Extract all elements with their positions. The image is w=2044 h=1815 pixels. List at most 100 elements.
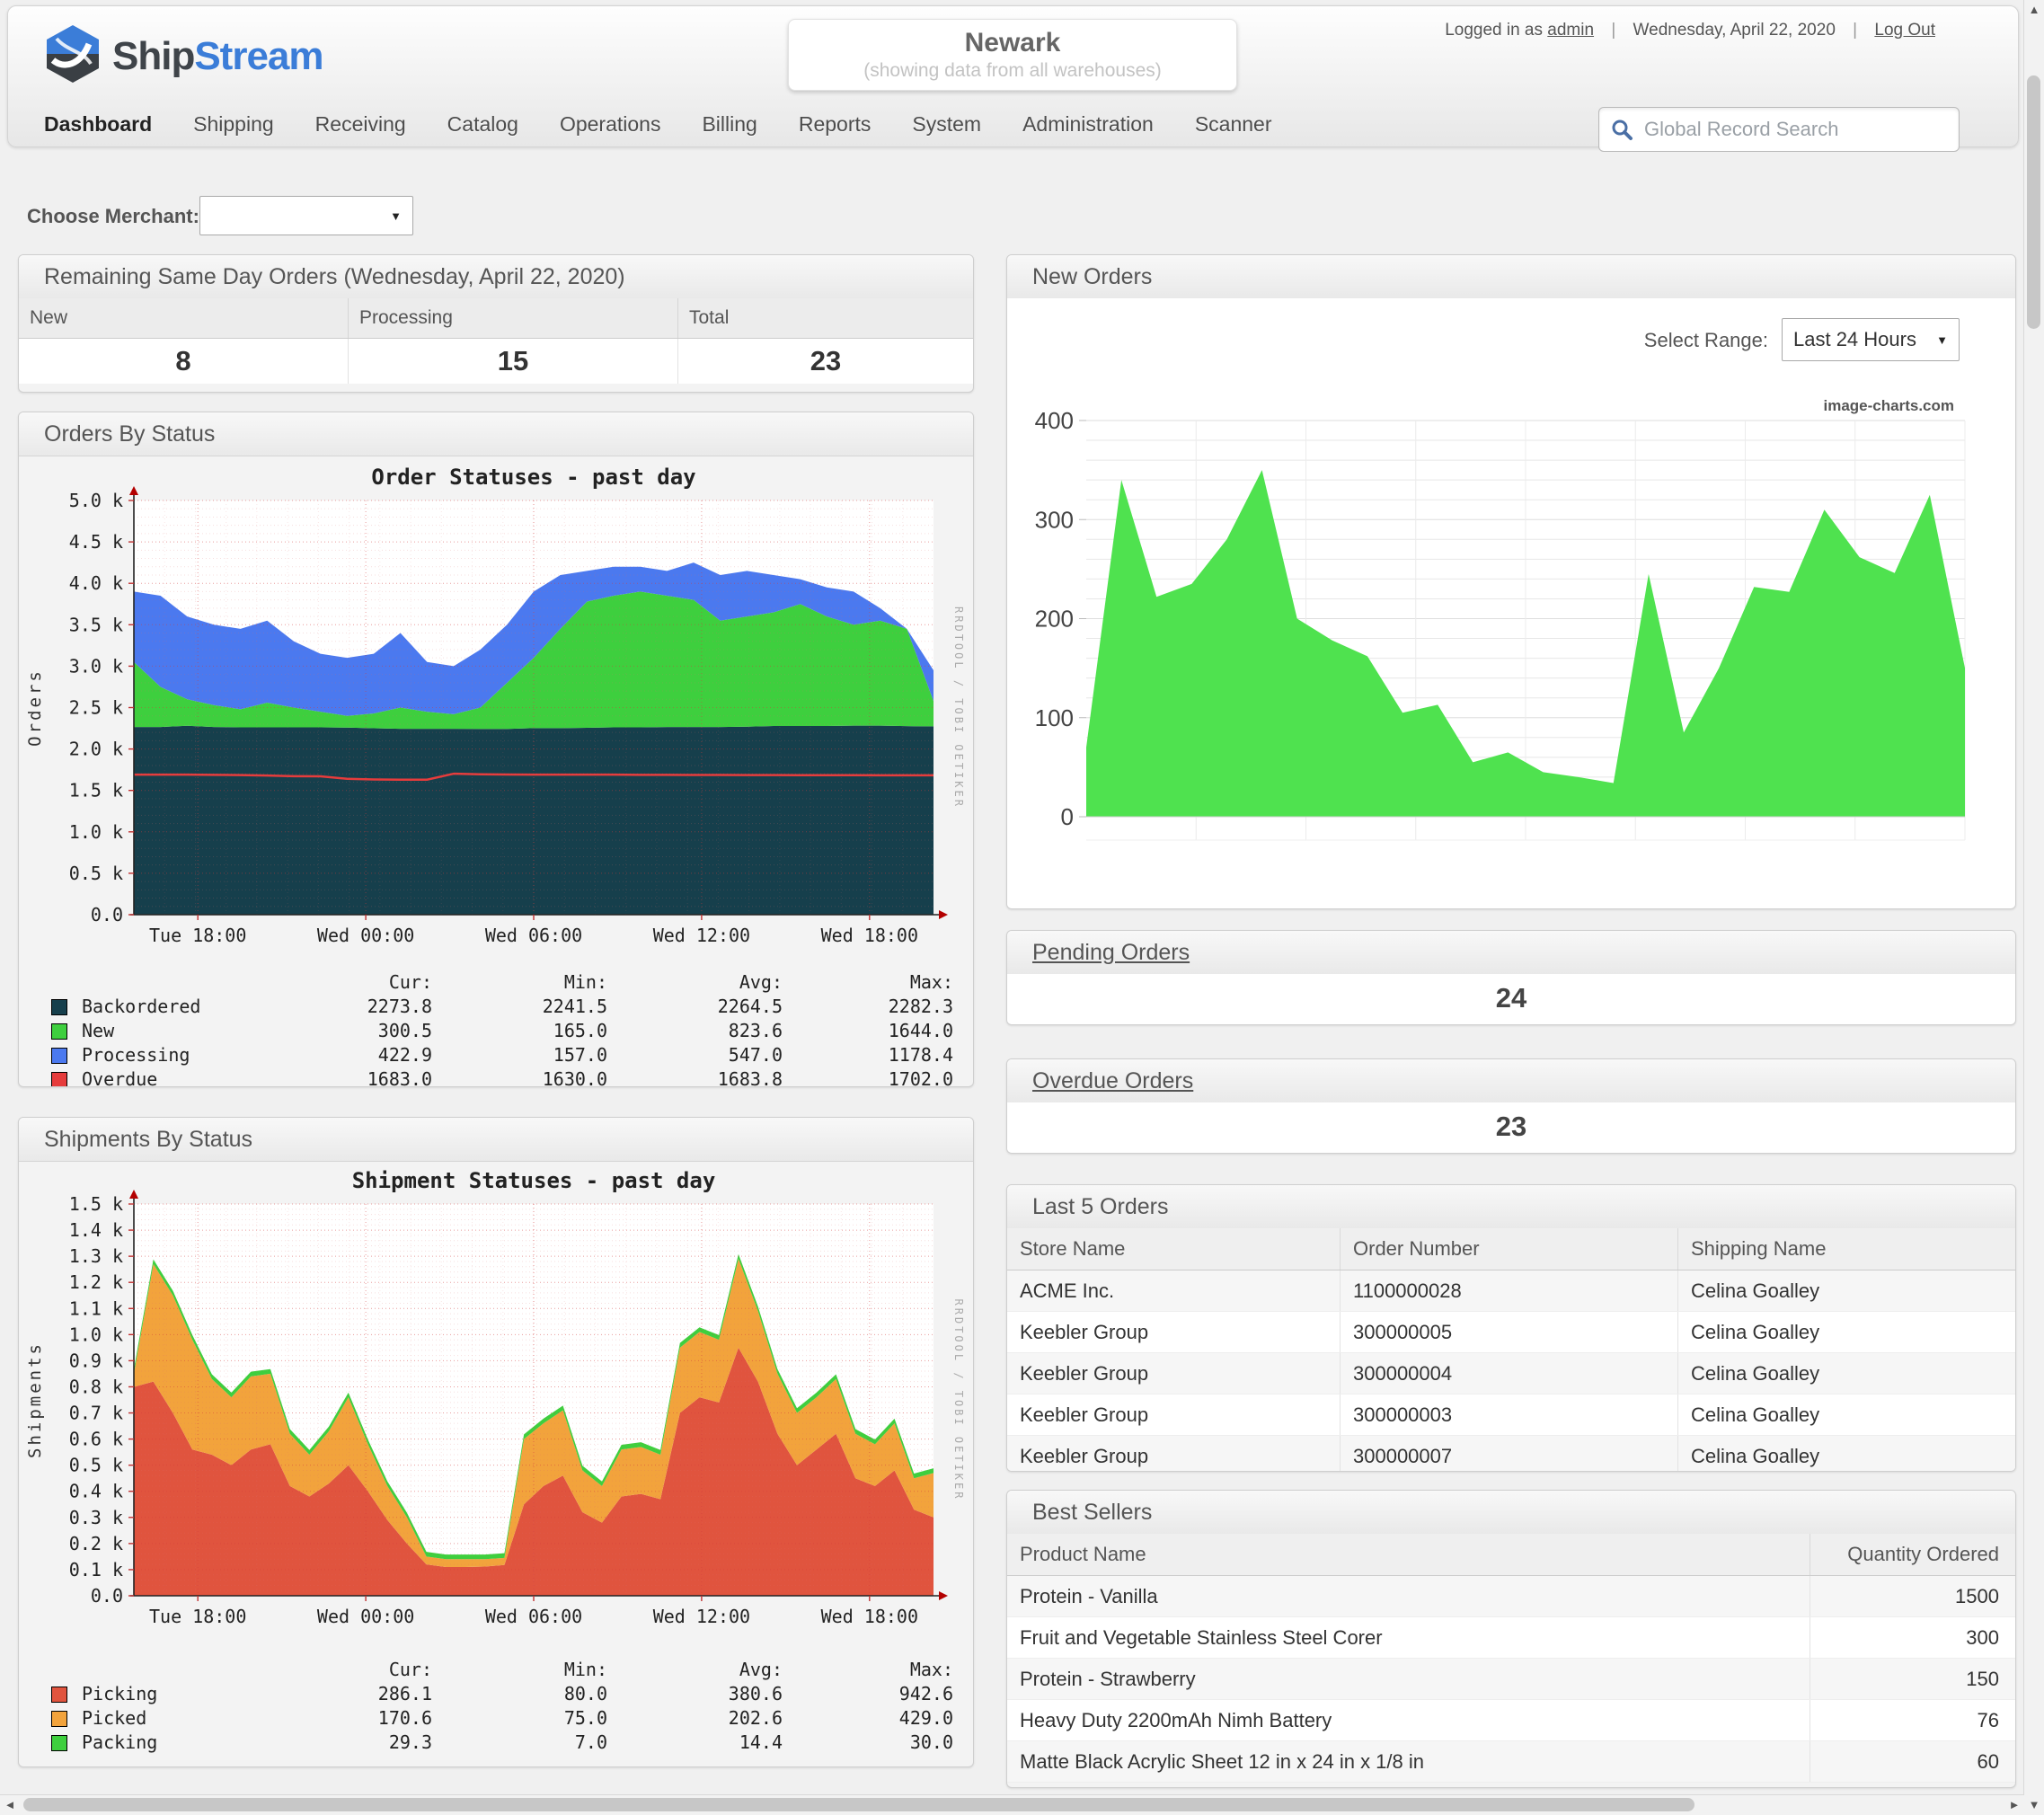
scroll-up-arrow[interactable]: ▲ bbox=[2024, 0, 2044, 20]
legend-value: 7.0 bbox=[432, 1731, 607, 1753]
table-row[interactable]: Keebler Group300000004Celina Goalley bbox=[1007, 1353, 2015, 1394]
overdue-orders-link[interactable]: Overdue Orders bbox=[1032, 1068, 1193, 1093]
nav-scanner[interactable]: Scanner bbox=[1195, 112, 1272, 137]
svg-text:0.0: 0.0 bbox=[91, 904, 123, 925]
shipments-by-status-legend: Cur:Min:Avg:Max:Picking286.180.0380.6942… bbox=[51, 1659, 957, 1753]
new-count: 8 bbox=[19, 339, 349, 385]
pending-orders-panel: Pending Orders 24 bbox=[1006, 930, 2016, 1025]
svg-text:0: 0 bbox=[1061, 803, 1074, 830]
svg-text:Wed 00:00: Wed 00:00 bbox=[317, 925, 414, 946]
svg-text:0.9 k: 0.9 k bbox=[69, 1350, 123, 1371]
svg-text:1.3 k: 1.3 k bbox=[69, 1245, 123, 1267]
legend-header: Avg: bbox=[607, 971, 783, 993]
new-orders-chart: 0100200300400 bbox=[1034, 408, 1986, 875]
select-range-dropdown[interactable]: Last 24 Hours ▼ bbox=[1782, 318, 1960, 361]
scroll-down-arrow[interactable]: ▼ bbox=[2024, 1795, 2044, 1815]
legend-value: 1630.0 bbox=[432, 1068, 607, 1087]
orders-by-status-title: Orders By Status bbox=[19, 412, 973, 456]
legend-value: 300.5 bbox=[279, 1020, 432, 1041]
table-cell: Celina Goalley bbox=[1678, 1394, 2016, 1436]
merchant-select[interactable]: ▼ bbox=[199, 196, 413, 235]
legend-header: Min: bbox=[432, 1659, 607, 1680]
remaining-orders-values: 8 15 23 bbox=[19, 339, 973, 385]
svg-text:0.1 k: 0.1 k bbox=[69, 1559, 123, 1580]
header: ShipStream Newark (showing data from all… bbox=[7, 5, 2019, 147]
legend-swatch bbox=[51, 1068, 82, 1087]
legend-value: 2264.5 bbox=[607, 996, 783, 1017]
table-row[interactable]: Keebler Group300000005Celina Goalley bbox=[1007, 1312, 2015, 1353]
legend-value: 547.0 bbox=[607, 1044, 783, 1066]
legend-label: Backordered bbox=[82, 996, 279, 1017]
svg-text:Wed 18:00: Wed 18:00 bbox=[821, 925, 918, 946]
table-row[interactable]: Protein - Strawberry150 bbox=[1007, 1659, 2015, 1700]
table-row[interactable]: Heavy Duty 2200mAh Nimh Battery76 bbox=[1007, 1700, 2015, 1741]
pending-orders-link[interactable]: Pending Orders bbox=[1032, 940, 1190, 965]
nav-shipping[interactable]: Shipping bbox=[193, 112, 274, 137]
legend-value: 2282.3 bbox=[783, 996, 953, 1017]
nav-operations[interactable]: Operations bbox=[560, 112, 661, 137]
table-cell: Keebler Group bbox=[1007, 1394, 1341, 1436]
legend-value: 80.0 bbox=[432, 1683, 607, 1704]
svg-text:0.5 k: 0.5 k bbox=[69, 1455, 123, 1476]
legend-value: 157.0 bbox=[432, 1044, 607, 1066]
svg-text:Wed 06:00: Wed 06:00 bbox=[485, 1606, 582, 1627]
legend-value: 2241.5 bbox=[432, 996, 607, 1017]
svg-text:0.8 k: 0.8 k bbox=[69, 1376, 123, 1397]
svg-text:5.0 k: 5.0 k bbox=[69, 490, 123, 511]
col-processing: Processing bbox=[349, 298, 678, 339]
svg-text:Tue 18:00: Tue 18:00 bbox=[149, 925, 246, 946]
search-input[interactable] bbox=[1642, 117, 1959, 142]
horizontal-scroll-thumb[interactable] bbox=[23, 1798, 1694, 1811]
table-cell: 76 bbox=[1810, 1700, 2016, 1741]
best-sellers-table: Product Name Quantity Ordered Protein - … bbox=[1007, 1534, 2015, 1783]
legend-swatch bbox=[51, 996, 82, 1017]
svg-text:Wed 06:00: Wed 06:00 bbox=[485, 925, 582, 946]
global-search bbox=[1598, 107, 1960, 152]
horizontal-scrollbar[interactable]: ◄ ► bbox=[0, 1794, 2024, 1815]
legend-swatch bbox=[51, 1044, 82, 1066]
scroll-right-arrow[interactable]: ► bbox=[2004, 1795, 2024, 1815]
table-cell: 1100000028 bbox=[1341, 1270, 1678, 1312]
legend-value: 286.1 bbox=[279, 1683, 432, 1704]
admin-link[interactable]: admin bbox=[1547, 21, 1594, 40]
svg-text:100: 100 bbox=[1035, 704, 1074, 731]
svg-text:400: 400 bbox=[1035, 408, 1074, 434]
total-count: 23 bbox=[678, 339, 974, 385]
table-row[interactable]: Keebler Group300000007Celina Goalley bbox=[1007, 1436, 2015, 1473]
nav-receiving[interactable]: Receiving bbox=[315, 112, 406, 137]
nav-reports[interactable]: Reports bbox=[799, 112, 872, 137]
table-cell: Protein - Strawberry bbox=[1007, 1659, 1810, 1700]
svg-text:2.0 k: 2.0 k bbox=[69, 739, 123, 760]
shipments-by-status-chart: 0.00.1 k0.2 k0.3 k0.4 k0.5 k0.6 k0.7 k0.… bbox=[26, 1166, 964, 1651]
legend-value: 14.4 bbox=[607, 1731, 783, 1753]
nav-catalog[interactable]: Catalog bbox=[447, 112, 518, 137]
nav-system[interactable]: System bbox=[912, 112, 981, 137]
legend-label: Picked bbox=[82, 1707, 279, 1729]
nav-billing[interactable]: Billing bbox=[702, 112, 757, 137]
legend-header: Max: bbox=[783, 971, 953, 993]
table-cell: ACME Inc. bbox=[1007, 1270, 1341, 1312]
table-row[interactable]: ACME Inc.1100000028Celina Goalley bbox=[1007, 1270, 2015, 1312]
legend-value: 1683.8 bbox=[607, 1068, 783, 1087]
legend-label: Processing bbox=[82, 1044, 279, 1066]
table-row[interactable]: Fruit and Vegetable Stainless Steel Core… bbox=[1007, 1617, 2015, 1659]
vertical-scroll-thumb[interactable] bbox=[2027, 75, 2040, 329]
warehouse-card: Newark (showing data from all warehouses… bbox=[788, 19, 1237, 91]
svg-text:1.4 k: 1.4 k bbox=[69, 1219, 123, 1241]
legend-label: Packing bbox=[82, 1731, 279, 1753]
svg-text:Wed 12:00: Wed 12:00 bbox=[653, 925, 750, 946]
table-row[interactable]: Matte Black Acrylic Sheet 12 in x 24 in … bbox=[1007, 1741, 2015, 1783]
logout-link[interactable]: Log Out bbox=[1874, 21, 1935, 40]
shipstream-logo[interactable]: ShipStream bbox=[44, 24, 323, 88]
table-row[interactable]: Protein - Vanilla1500 bbox=[1007, 1576, 2015, 1617]
nav-dashboard[interactable]: Dashboard bbox=[44, 112, 152, 137]
nav-administration[interactable]: Administration bbox=[1022, 112, 1154, 137]
scroll-left-arrow[interactable]: ◄ bbox=[0, 1795, 20, 1815]
dashboard-page: ShipStream Newark (showing data from all… bbox=[0, 0, 2044, 1815]
table-row[interactable]: Keebler Group300000003Celina Goalley bbox=[1007, 1394, 2015, 1436]
vertical-scrollbar[interactable]: ▲ ▼ bbox=[2023, 0, 2044, 1815]
last5-orders-table: Store Name Order Number Shipping Name AC… bbox=[1007, 1228, 2015, 1472]
shipments-by-status-panel: Shipments By Status 0.00.1 k0.2 k0.3 k0.… bbox=[18, 1117, 974, 1767]
col-order-number: Order Number bbox=[1341, 1228, 1678, 1270]
legend-value: 380.6 bbox=[607, 1683, 783, 1704]
